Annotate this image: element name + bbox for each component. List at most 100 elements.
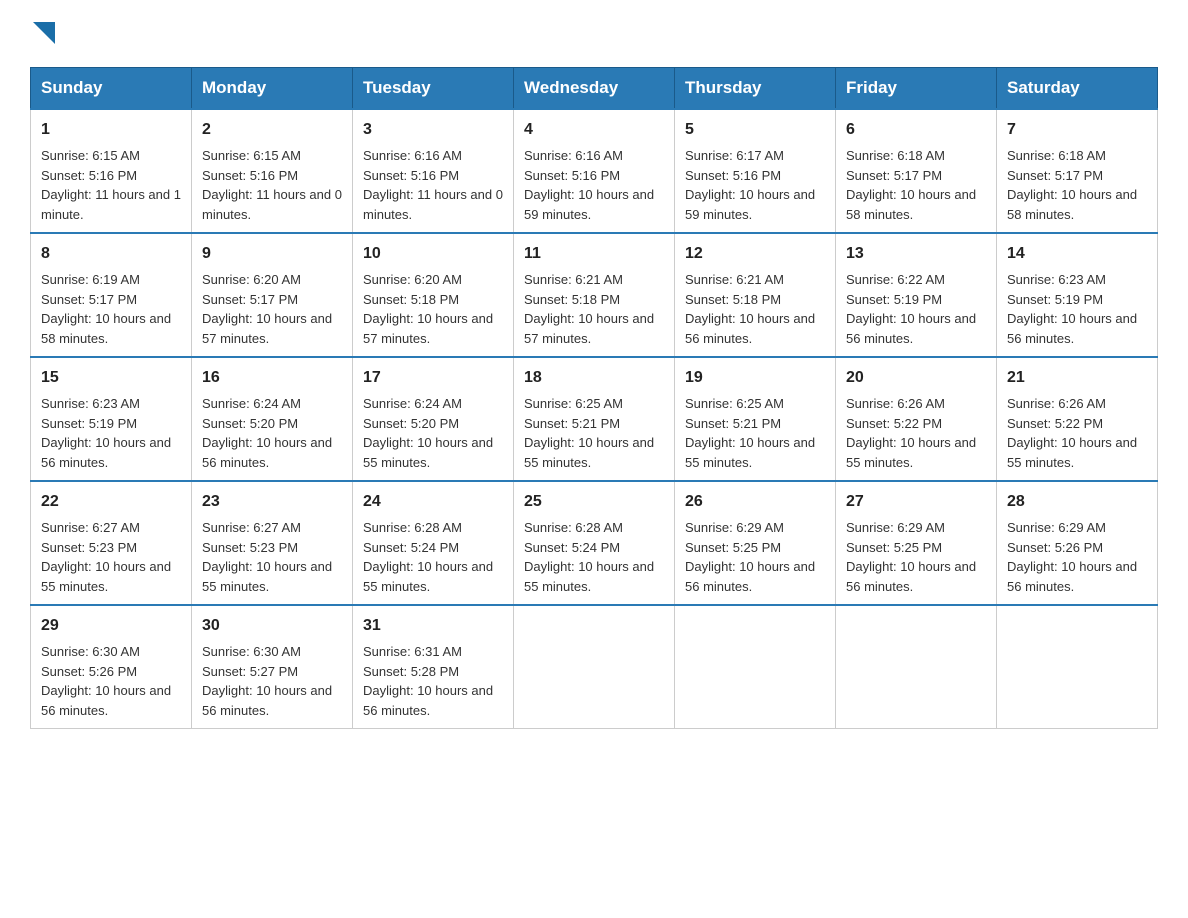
calendar-cell: 26 Sunrise: 6:29 AM Sunset: 5:25 PM Dayl… xyxy=(675,481,836,605)
day-number: 16 xyxy=(202,366,342,390)
sunrise-text: Sunrise: 6:26 AM xyxy=(846,396,945,411)
day-number: 22 xyxy=(41,490,181,514)
sunset-text: Sunset: 5:16 PM xyxy=(685,168,781,183)
day-number: 23 xyxy=(202,490,342,514)
sunset-text: Sunset: 5:23 PM xyxy=(202,540,298,555)
weekday-header-row: SundayMondayTuesdayWednesdayThursdayFrid… xyxy=(31,68,1158,110)
day-number: 5 xyxy=(685,118,825,142)
calendar-week-row: 29 Sunrise: 6:30 AM Sunset: 5:26 PM Dayl… xyxy=(31,605,1158,729)
day-number: 1 xyxy=(41,118,181,142)
calendar-cell: 18 Sunrise: 6:25 AM Sunset: 5:21 PM Dayl… xyxy=(514,357,675,481)
sunset-text: Sunset: 5:18 PM xyxy=(363,292,459,307)
daylight-text: Daylight: 10 hours and 55 minutes. xyxy=(363,559,493,594)
calendar-cell xyxy=(675,605,836,729)
calendar-cell: 11 Sunrise: 6:21 AM Sunset: 5:18 PM Dayl… xyxy=(514,233,675,357)
day-number: 18 xyxy=(524,366,664,390)
sunset-text: Sunset: 5:25 PM xyxy=(846,540,942,555)
calendar-cell: 2 Sunrise: 6:15 AM Sunset: 5:16 PM Dayli… xyxy=(192,109,353,233)
calendar-cell: 10 Sunrise: 6:20 AM Sunset: 5:18 PM Dayl… xyxy=(353,233,514,357)
day-number: 25 xyxy=(524,490,664,514)
sunset-text: Sunset: 5:16 PM xyxy=(524,168,620,183)
calendar-cell: 23 Sunrise: 6:27 AM Sunset: 5:23 PM Dayl… xyxy=(192,481,353,605)
sunset-text: Sunset: 5:18 PM xyxy=(524,292,620,307)
sunset-text: Sunset: 5:28 PM xyxy=(363,664,459,679)
day-number: 21 xyxy=(1007,366,1147,390)
sunrise-text: Sunrise: 6:20 AM xyxy=(202,272,301,287)
daylight-text: Daylight: 10 hours and 57 minutes. xyxy=(524,311,654,346)
sunrise-text: Sunrise: 6:18 AM xyxy=(846,148,945,163)
day-number: 20 xyxy=(846,366,986,390)
day-number: 24 xyxy=(363,490,503,514)
calendar-cell xyxy=(836,605,997,729)
sunset-text: Sunset: 5:22 PM xyxy=(846,416,942,431)
calendar-table: SundayMondayTuesdayWednesdayThursdayFrid… xyxy=(30,67,1158,729)
sunrise-text: Sunrise: 6:24 AM xyxy=(363,396,462,411)
sunrise-text: Sunrise: 6:25 AM xyxy=(524,396,623,411)
weekday-header-sunday: Sunday xyxy=(31,68,192,110)
calendar-cell: 16 Sunrise: 6:24 AM Sunset: 5:20 PM Dayl… xyxy=(192,357,353,481)
calendar-cell: 12 Sunrise: 6:21 AM Sunset: 5:18 PM Dayl… xyxy=(675,233,836,357)
calendar-cell: 9 Sunrise: 6:20 AM Sunset: 5:17 PM Dayli… xyxy=(192,233,353,357)
sunrise-text: Sunrise: 6:29 AM xyxy=(1007,520,1106,535)
daylight-text: Daylight: 10 hours and 59 minutes. xyxy=(685,187,815,222)
calendar-cell: 7 Sunrise: 6:18 AM Sunset: 5:17 PM Dayli… xyxy=(997,109,1158,233)
calendar-cell: 4 Sunrise: 6:16 AM Sunset: 5:16 PM Dayli… xyxy=(514,109,675,233)
day-number: 10 xyxy=(363,242,503,266)
weekday-header-friday: Friday xyxy=(836,68,997,110)
calendar-cell: 30 Sunrise: 6:30 AM Sunset: 5:27 PM Dayl… xyxy=(192,605,353,729)
day-number: 12 xyxy=(685,242,825,266)
sunset-text: Sunset: 5:16 PM xyxy=(363,168,459,183)
sunrise-text: Sunrise: 6:21 AM xyxy=(685,272,784,287)
calendar-cell: 20 Sunrise: 6:26 AM Sunset: 5:22 PM Dayl… xyxy=(836,357,997,481)
calendar-cell: 27 Sunrise: 6:29 AM Sunset: 5:25 PM Dayl… xyxy=(836,481,997,605)
daylight-text: Daylight: 10 hours and 57 minutes. xyxy=(363,311,493,346)
day-number: 6 xyxy=(846,118,986,142)
calendar-cell: 3 Sunrise: 6:16 AM Sunset: 5:16 PM Dayli… xyxy=(353,109,514,233)
sunset-text: Sunset: 5:23 PM xyxy=(41,540,137,555)
daylight-text: Daylight: 10 hours and 58 minutes. xyxy=(41,311,171,346)
sunset-text: Sunset: 5:25 PM xyxy=(685,540,781,555)
day-number: 27 xyxy=(846,490,986,514)
sunset-text: Sunset: 5:17 PM xyxy=(41,292,137,307)
logo-arrow-icon xyxy=(33,22,55,44)
weekday-header-thursday: Thursday xyxy=(675,68,836,110)
daylight-text: Daylight: 10 hours and 56 minutes. xyxy=(363,683,493,718)
daylight-text: Daylight: 10 hours and 55 minutes. xyxy=(1007,435,1137,470)
calendar-cell: 28 Sunrise: 6:29 AM Sunset: 5:26 PM Dayl… xyxy=(997,481,1158,605)
sunset-text: Sunset: 5:26 PM xyxy=(1007,540,1103,555)
daylight-text: Daylight: 10 hours and 58 minutes. xyxy=(846,187,976,222)
sunset-text: Sunset: 5:20 PM xyxy=(202,416,298,431)
daylight-text: Daylight: 10 hours and 56 minutes. xyxy=(685,559,815,594)
day-number: 31 xyxy=(363,614,503,638)
sunrise-text: Sunrise: 6:19 AM xyxy=(41,272,140,287)
day-number: 13 xyxy=(846,242,986,266)
sunrise-text: Sunrise: 6:22 AM xyxy=(846,272,945,287)
day-number: 29 xyxy=(41,614,181,638)
calendar-cell: 6 Sunrise: 6:18 AM Sunset: 5:17 PM Dayli… xyxy=(836,109,997,233)
daylight-text: Daylight: 10 hours and 56 minutes. xyxy=(846,311,976,346)
daylight-text: Daylight: 10 hours and 56 minutes. xyxy=(1007,559,1137,594)
sunrise-text: Sunrise: 6:15 AM xyxy=(41,148,140,163)
day-number: 2 xyxy=(202,118,342,142)
daylight-text: Daylight: 10 hours and 56 minutes. xyxy=(846,559,976,594)
sunrise-text: Sunrise: 6:25 AM xyxy=(685,396,784,411)
daylight-text: Daylight: 10 hours and 55 minutes. xyxy=(524,435,654,470)
sunset-text: Sunset: 5:17 PM xyxy=(202,292,298,307)
daylight-text: Daylight: 10 hours and 55 minutes. xyxy=(524,559,654,594)
calendar-week-row: 8 Sunrise: 6:19 AM Sunset: 5:17 PM Dayli… xyxy=(31,233,1158,357)
sunrise-text: Sunrise: 6:28 AM xyxy=(363,520,462,535)
sunset-text: Sunset: 5:21 PM xyxy=(524,416,620,431)
calendar-cell: 31 Sunrise: 6:31 AM Sunset: 5:28 PM Dayl… xyxy=(353,605,514,729)
sunset-text: Sunset: 5:19 PM xyxy=(846,292,942,307)
day-number: 17 xyxy=(363,366,503,390)
daylight-text: Daylight: 10 hours and 57 minutes. xyxy=(202,311,332,346)
calendar-cell: 29 Sunrise: 6:30 AM Sunset: 5:26 PM Dayl… xyxy=(31,605,192,729)
sunrise-text: Sunrise: 6:20 AM xyxy=(363,272,462,287)
daylight-text: Daylight: 10 hours and 55 minutes. xyxy=(41,559,171,594)
calendar-week-row: 15 Sunrise: 6:23 AM Sunset: 5:19 PM Dayl… xyxy=(31,357,1158,481)
page-header xyxy=(30,20,1158,49)
sunset-text: Sunset: 5:17 PM xyxy=(846,168,942,183)
calendar-cell: 25 Sunrise: 6:28 AM Sunset: 5:24 PM Dayl… xyxy=(514,481,675,605)
weekday-header-monday: Monday xyxy=(192,68,353,110)
day-number: 7 xyxy=(1007,118,1147,142)
